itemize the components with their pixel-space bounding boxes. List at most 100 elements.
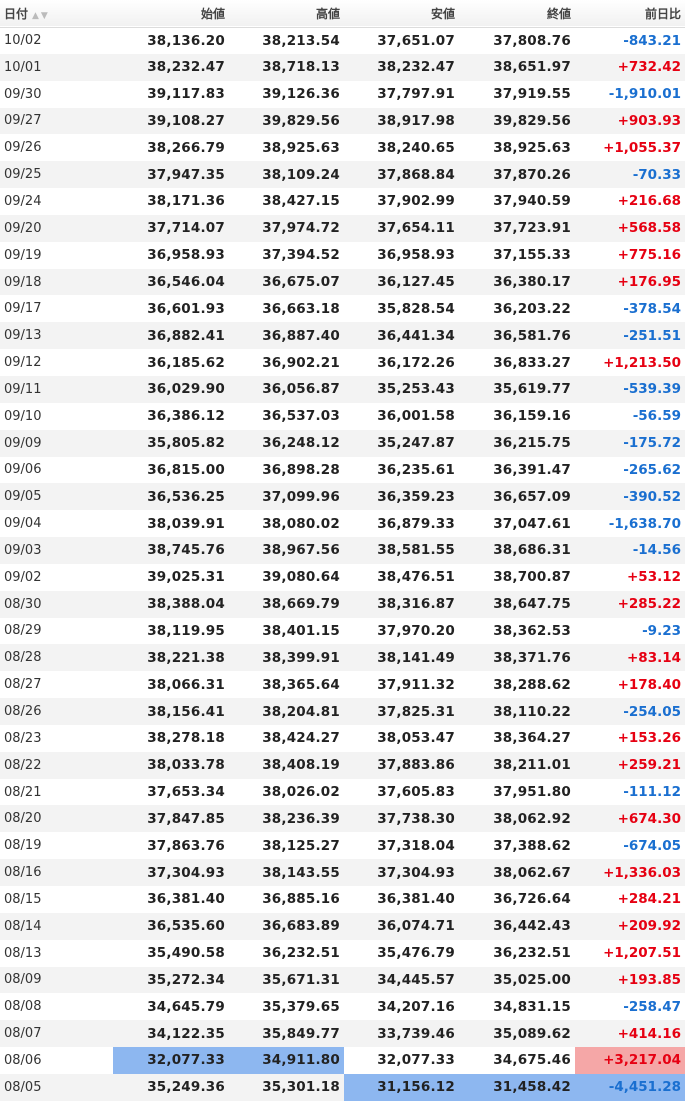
close-cell: 38,647.75 bbox=[459, 590, 575, 618]
date-cell: 10/02 bbox=[0, 27, 113, 54]
open-cell: 35,490.58 bbox=[113, 939, 229, 967]
close-cell: 38,925.63 bbox=[459, 134, 575, 162]
column-header-close[interactable]: 終値 bbox=[459, 0, 575, 27]
open-cell: 35,805.82 bbox=[113, 429, 229, 457]
change-cell: +674.30 bbox=[575, 805, 685, 833]
low-cell: 36,074.71 bbox=[344, 912, 459, 940]
open-cell: 36,535.60 bbox=[113, 912, 229, 940]
close-cell: 38,062.92 bbox=[459, 805, 575, 833]
change-cell: +1,336.03 bbox=[575, 859, 685, 886]
table-row: 08/15 36,381.40 36,885.16 36,381.40 36,726.6… bbox=[0, 886, 685, 913]
close-cell: 38,110.22 bbox=[459, 698, 575, 725]
close-cell: 37,940.59 bbox=[459, 188, 575, 215]
change-cell: +285.22 bbox=[575, 590, 685, 618]
date-cell: 09/25 bbox=[0, 161, 113, 189]
change-cell: -390.52 bbox=[575, 483, 685, 511]
low-cell: 38,053.47 bbox=[344, 724, 459, 752]
close-cell: 37,870.26 bbox=[459, 161, 575, 189]
open-cell: 38,232.47 bbox=[113, 53, 229, 81]
date-cell: 08/08 bbox=[0, 993, 113, 1021]
low-cell: 36,235.61 bbox=[344, 456, 459, 484]
open-cell: 38,745.76 bbox=[113, 537, 229, 564]
table-row: 08/07 34,122.35 35,849.77 33,739.46 35,089.6… bbox=[0, 1020, 685, 1048]
change-cell: -539.39 bbox=[575, 375, 685, 403]
high-cell: 39,829.56 bbox=[229, 107, 344, 135]
change-cell: -70.33 bbox=[575, 161, 685, 189]
open-cell: 38,278.18 bbox=[113, 724, 229, 752]
header-row: 日付 ▲▼ 始値 高値 安値 終値 前日比 bbox=[0, 0, 685, 27]
table-row: 09/12 36,185.62 36,902.21 36,172.26 36,833.2… bbox=[0, 349, 685, 376]
table-row: 09/19 36,958.93 37,394.52 36,958.93 37,155.3… bbox=[0, 241, 685, 269]
table-row: 08/20 37,847.85 38,236.39 37,738.30 38,062.9… bbox=[0, 805, 685, 833]
close-cell: 37,808.76 bbox=[459, 27, 575, 54]
close-cell: 36,442.43 bbox=[459, 912, 575, 940]
open-cell: 39,025.31 bbox=[113, 563, 229, 591]
price-history-table: 日付 ▲▼ 始値 高値 安値 終値 前日比 10/02 38,136.20 38,21… bbox=[0, 0, 685, 1101]
low-cell: 36,958.93 bbox=[344, 241, 459, 269]
close-cell: 34,675.46 bbox=[459, 1047, 575, 1074]
date-cell: 09/04 bbox=[0, 510, 113, 538]
date-cell: 08/20 bbox=[0, 805, 113, 833]
close-cell: 38,700.87 bbox=[459, 563, 575, 591]
high-cell: 38,365.64 bbox=[229, 671, 344, 699]
close-cell: 37,155.33 bbox=[459, 241, 575, 269]
column-header-change[interactable]: 前日比 bbox=[575, 0, 685, 27]
low-cell: 37,651.07 bbox=[344, 27, 459, 54]
change-cell: -175.72 bbox=[575, 429, 685, 457]
date-cell: 08/09 bbox=[0, 966, 113, 994]
change-cell: +3,217.04 bbox=[575, 1047, 685, 1074]
table-row: 09/27 39,108.27 39,829.56 38,917.98 39,829.5… bbox=[0, 107, 685, 135]
low-cell: 38,316.87 bbox=[344, 590, 459, 618]
low-cell: 35,253.43 bbox=[344, 375, 459, 403]
table-row: 08/08 34,645.79 35,379.65 34,207.16 34,831.1… bbox=[0, 993, 685, 1021]
close-cell: 38,062.67 bbox=[459, 859, 575, 886]
table-row: 09/03 38,745.76 38,967.56 38,581.55 38,686.3… bbox=[0, 537, 685, 564]
high-cell: 38,408.19 bbox=[229, 751, 344, 779]
close-cell: 37,388.62 bbox=[459, 832, 575, 860]
date-cell: 09/12 bbox=[0, 349, 113, 376]
close-cell: 38,651.97 bbox=[459, 53, 575, 81]
date-cell: 09/19 bbox=[0, 241, 113, 269]
table-row: 08/22 38,033.78 38,408.19 37,883.86 38,211.0… bbox=[0, 751, 685, 779]
open-cell: 37,863.76 bbox=[113, 832, 229, 860]
table-row: 09/30 39,117.83 39,126.36 37,797.91 37,919.5… bbox=[0, 80, 685, 108]
date-cell: 08/28 bbox=[0, 644, 113, 672]
sort-arrows-icon[interactable]: ▲▼ bbox=[32, 11, 50, 21]
high-cell: 35,301.18 bbox=[229, 1073, 344, 1101]
high-cell: 38,427.15 bbox=[229, 188, 344, 215]
low-cell: 33,739.46 bbox=[344, 1020, 459, 1048]
change-cell: +153.26 bbox=[575, 724, 685, 752]
open-cell: 37,947.35 bbox=[113, 161, 229, 189]
change-cell: +1,055.37 bbox=[575, 134, 685, 162]
column-header-low[interactable]: 安値 bbox=[344, 0, 459, 27]
column-header-open[interactable]: 始値 bbox=[113, 0, 229, 27]
close-cell: 38,362.53 bbox=[459, 617, 575, 645]
table-row: 09/26 38,266.79 38,925.63 38,240.65 38,925.6… bbox=[0, 134, 685, 162]
low-cell: 38,232.47 bbox=[344, 53, 459, 81]
table-row: 09/05 36,536.25 37,099.96 36,359.23 36,657.0… bbox=[0, 483, 685, 511]
open-cell: 36,601.93 bbox=[113, 295, 229, 323]
table-row: 09/13 36,882.41 36,887.40 36,441.34 36,581.7… bbox=[0, 322, 685, 350]
table-row: 08/26 38,156.41 38,204.81 37,825.31 38,110.2… bbox=[0, 698, 685, 725]
low-cell: 35,476.79 bbox=[344, 939, 459, 967]
column-header-high[interactable]: 高値 bbox=[229, 0, 344, 27]
open-cell: 36,381.40 bbox=[113, 886, 229, 913]
table-row: 09/24 38,171.36 38,427.15 37,902.99 37,940.5… bbox=[0, 188, 685, 215]
table-row: 08/09 35,272.34 35,671.31 34,445.57 35,025.0… bbox=[0, 966, 685, 994]
low-cell: 37,902.99 bbox=[344, 188, 459, 215]
column-header-date[interactable]: 日付 ▲▼ bbox=[0, 0, 113, 27]
date-cell: 08/13 bbox=[0, 939, 113, 967]
high-cell: 37,394.52 bbox=[229, 241, 344, 269]
date-cell: 09/17 bbox=[0, 295, 113, 323]
close-cell: 36,581.76 bbox=[459, 322, 575, 350]
high-cell: 36,902.21 bbox=[229, 349, 344, 376]
close-cell: 38,288.62 bbox=[459, 671, 575, 699]
change-cell: +1,207.51 bbox=[575, 939, 685, 967]
high-cell: 36,537.03 bbox=[229, 402, 344, 430]
change-cell: +732.42 bbox=[575, 53, 685, 81]
change-cell: +209.92 bbox=[575, 912, 685, 940]
table-row: 09/10 36,386.12 36,537.03 36,001.58 36,159.1… bbox=[0, 402, 685, 430]
table-row: 08/13 35,490.58 36,232.51 35,476.79 36,232.5… bbox=[0, 939, 685, 967]
table-row: 09/17 36,601.93 36,663.18 35,828.54 36,203.2… bbox=[0, 295, 685, 323]
high-cell: 38,125.27 bbox=[229, 832, 344, 860]
